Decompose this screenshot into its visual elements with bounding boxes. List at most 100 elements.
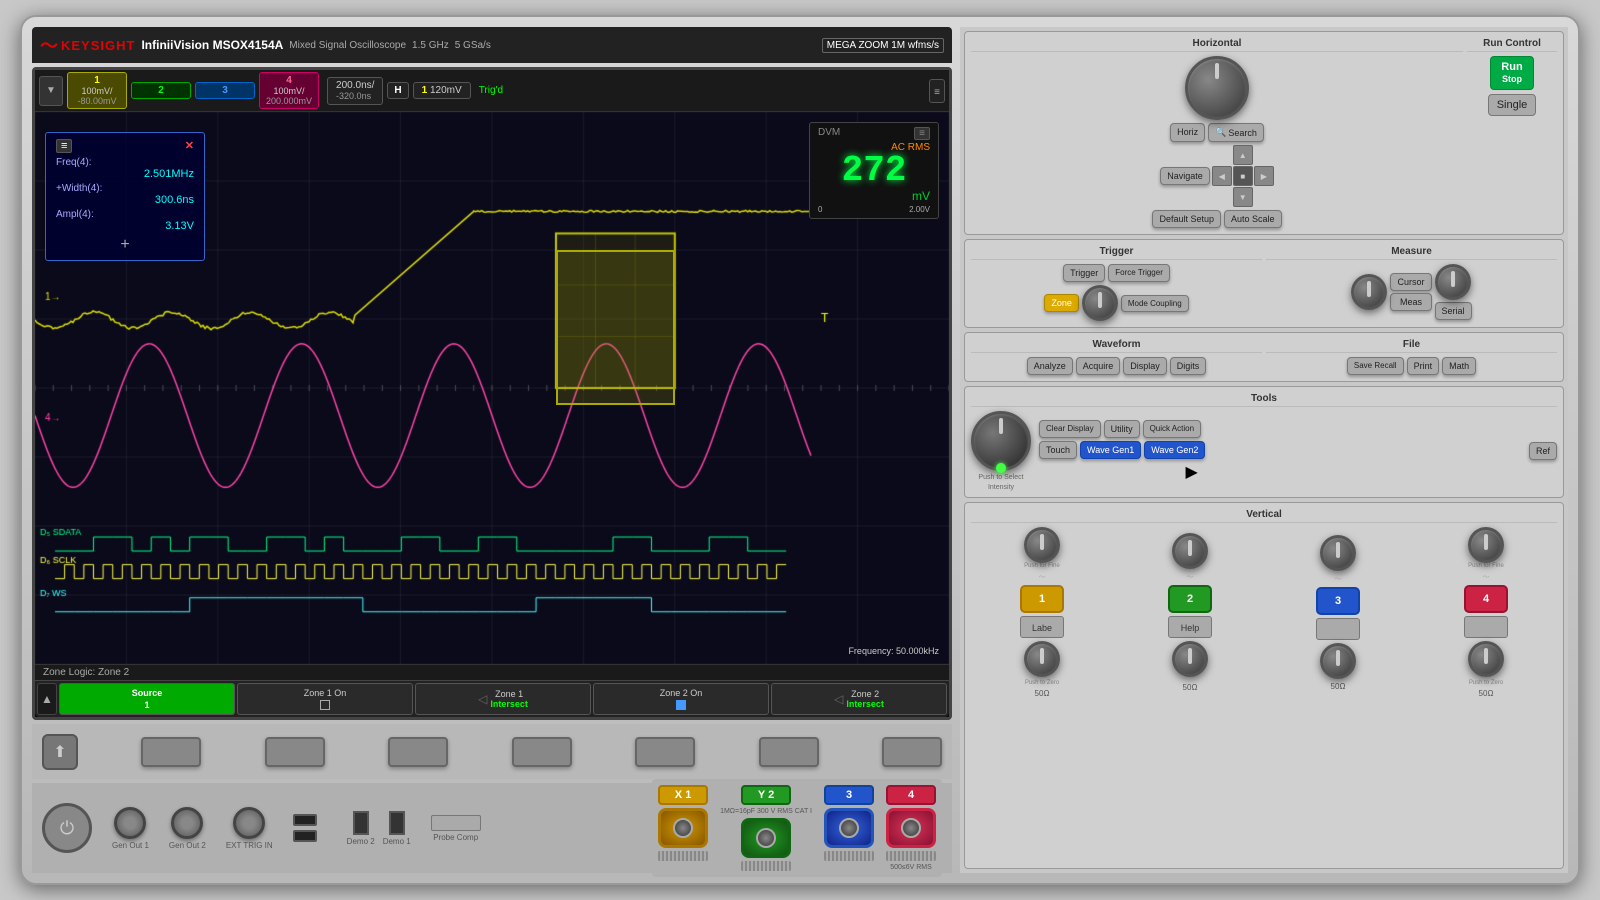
softkey-zone2-intersect[interactable]: ◁ Zone 2 Intersect	[771, 683, 947, 715]
ch4-help-btn[interactable]	[1464, 616, 1508, 638]
nav-right[interactable]: ▶	[1254, 166, 1274, 186]
ch2-channel-btn[interactable]: 2	[1168, 585, 1212, 613]
push-to-select-knob[interactable]	[971, 411, 1031, 471]
acquire-btn[interactable]: Acquire	[1076, 357, 1121, 375]
channel-1-btn[interactable]: 1 100mV/ -80.00mV	[67, 72, 127, 109]
soft-btn-5[interactable]	[635, 737, 695, 767]
cursors-knob[interactable]	[1435, 264, 1471, 300]
soft-btn-2[interactable]	[265, 737, 325, 767]
horiz-btn[interactable]: Horiz	[1170, 123, 1205, 142]
nav-down[interactable]: ▼	[1233, 187, 1253, 207]
softkey-scroll-left[interactable]: ▲	[37, 683, 57, 715]
run-btn[interactable]: Run Stop	[1490, 56, 1533, 90]
touch-btn[interactable]: Touch	[1039, 441, 1077, 459]
trigger-level-btn[interactable]: 1 120mV	[413, 82, 471, 99]
trigger-level-knob[interactable]	[1082, 285, 1118, 321]
ext-trig-bnc[interactable]	[233, 807, 265, 839]
ch4-channel-btn[interactable]: 4	[1464, 585, 1508, 613]
gen-out-1-bnc[interactable]	[114, 807, 146, 839]
nav-left[interactable]: ◀	[1212, 166, 1232, 186]
probe-comp-slider[interactable]	[431, 815, 481, 831]
ch3-pos-knob[interactable]	[1320, 643, 1356, 679]
search-btn[interactable]: 🔍 Search	[1208, 123, 1264, 142]
ch2-pos-knob[interactable]	[1172, 641, 1208, 677]
softkey-zone1-on[interactable]: Zone 1 On	[237, 683, 413, 715]
ref-btn[interactable]: Ref	[1529, 442, 1557, 460]
power-btn[interactable]: ⏻	[42, 803, 92, 853]
ch2-help-btn[interactable]: Help	[1168, 616, 1212, 638]
digits-btn[interactable]: Digits	[1170, 357, 1207, 375]
softkey-source[interactable]: Source 1	[59, 683, 235, 715]
ch1-scale-knob[interactable]	[1024, 527, 1060, 563]
utility-btn[interactable]: Utility	[1104, 420, 1140, 438]
navigate-btn[interactable]: Navigate	[1160, 167, 1210, 185]
right-arrow-btn[interactable]: ▶	[1185, 462, 1205, 482]
softkey-zone1-intersect[interactable]: ◁ Zone 1 Intersect	[415, 683, 591, 715]
ch3-help-btn[interactable]	[1316, 618, 1360, 640]
save-recall-btn[interactable]: Save Recall	[1347, 357, 1404, 375]
keysight-logo: 〜 KEYSIGHT	[40, 32, 135, 58]
channel-menu-btn[interactable]: ▼	[39, 76, 63, 106]
ch4-bnc[interactable]	[886, 808, 936, 848]
timebase-scale-btn[interactable]: 200.0ns/ -320.0ns	[327, 77, 383, 105]
channel-2-btn[interactable]: 2	[131, 82, 191, 99]
single-btn[interactable]: Single	[1488, 94, 1537, 116]
quick-action-btn[interactable]: Quick Action	[1143, 420, 1201, 438]
math-btn[interactable]: Math	[1442, 357, 1476, 375]
meas-add-btn[interactable]: +	[56, 236, 194, 254]
ch1-label-btn[interactable]: Labe	[1020, 616, 1064, 638]
demo2-port[interactable]	[353, 811, 369, 835]
gen-out-2-bnc[interactable]	[171, 807, 203, 839]
soft-btn-7[interactable]	[882, 737, 942, 767]
meas-btn[interactable]: Meas	[1390, 293, 1431, 311]
clear-display-btn[interactable]: Clear Display	[1039, 420, 1101, 438]
meas-close-btn[interactable]: ✕	[185, 139, 194, 153]
upload-btn[interactable]: ⬆	[42, 734, 78, 770]
display-btn[interactable]: Display	[1123, 357, 1167, 375]
analyze-btn[interactable]: Analyze	[1027, 357, 1073, 375]
ch3-bnc[interactable]	[824, 808, 874, 848]
meas-menu-icon[interactable]: ≡	[56, 139, 72, 153]
ch2-bnc[interactable]	[741, 818, 791, 858]
ch1-pos-knob[interactable]	[1024, 641, 1060, 677]
soft-btn-4[interactable]	[512, 737, 572, 767]
softkey-zone2-on[interactable]: Zone 2 On	[593, 683, 769, 715]
wavegen1-btn[interactable]: Wave Gen1	[1080, 441, 1141, 459]
trigger-btn[interactable]: Trigger	[1063, 264, 1105, 282]
soft-btn-1[interactable]	[141, 737, 201, 767]
ch4-pos-knob[interactable]	[1468, 641, 1504, 677]
left-panel: 〜 KEYSIGHT InfiniiVision MSOX4154A Mixed…	[32, 27, 952, 873]
nav-center[interactable]: ■	[1233, 166, 1253, 186]
screen-menu-btn[interactable]: ≡	[929, 79, 945, 103]
wavegen2-btn[interactable]: Wave Gen2	[1144, 441, 1205, 459]
dvm-menu[interactable]: ≡	[914, 127, 930, 140]
usb-port-2[interactable]	[293, 830, 317, 842]
zone-box	[556, 250, 675, 405]
ch1-bnc[interactable]	[658, 808, 708, 848]
ch1-channel-btn[interactable]: 1	[1020, 585, 1064, 613]
H-btn[interactable]: H	[387, 82, 408, 99]
soft-btn-6[interactable]	[759, 737, 819, 767]
ch4-scale-knob[interactable]	[1468, 527, 1504, 563]
soft-btn-3[interactable]	[388, 737, 448, 767]
ch2-input: Y 2 1MΩ=16pF 300 V RMS CAT I	[720, 785, 812, 871]
nav-up[interactable]: ▲	[1233, 145, 1253, 165]
ch2-scale-knob[interactable]	[1172, 533, 1208, 569]
cursor-btn[interactable]: Cursor	[1390, 273, 1431, 291]
channel-4-btn[interactable]: 4 100mV/ 200.000mV	[259, 72, 319, 109]
measure-knob[interactable]	[1351, 274, 1387, 310]
horizontal-title: Horizontal	[971, 38, 1463, 52]
print-btn[interactable]: Print	[1407, 357, 1440, 375]
horizontal-scale-knob[interactable]	[1185, 56, 1249, 120]
demo1-port[interactable]	[389, 811, 405, 835]
channel-3-btn[interactable]: 3	[195, 82, 255, 99]
ch3-channel-btn[interactable]: 3	[1316, 587, 1360, 615]
mode-coupling-btn[interactable]: Mode Coupling	[1121, 295, 1189, 312]
auto-scale-btn[interactable]: Auto Scale	[1224, 210, 1282, 228]
ch3-scale-knob[interactable]	[1320, 535, 1356, 571]
force-trigger-btn[interactable]: Force Trigger	[1108, 264, 1170, 282]
serial-btn[interactable]: Serial	[1435, 302, 1472, 320]
default-setup-btn[interactable]: Default Setup	[1152, 210, 1221, 228]
usb-port-1[interactable]	[293, 814, 317, 826]
zone-btn[interactable]: Zone	[1044, 294, 1079, 312]
